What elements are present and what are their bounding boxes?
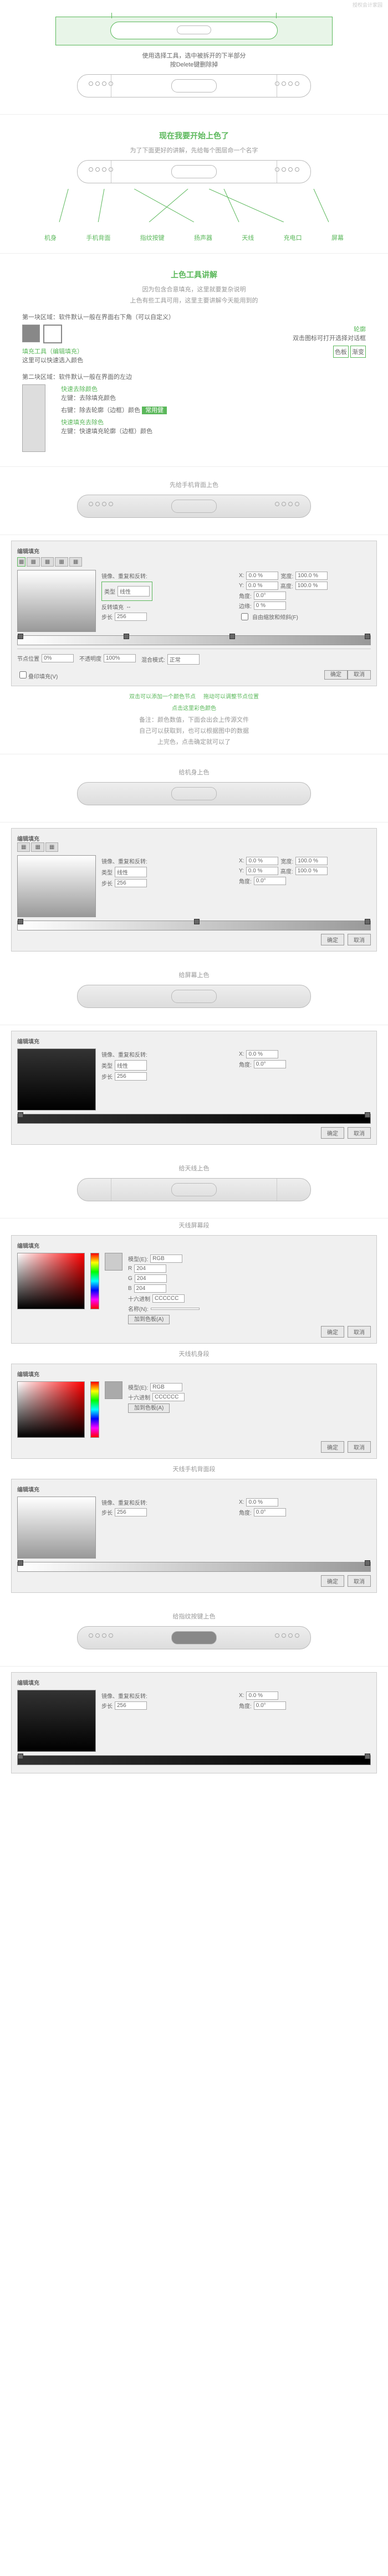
cancel-button[interactable]: 取消 <box>348 1326 371 1338</box>
gradient-preview <box>17 570 96 632</box>
cancel-button[interactable]: 取消 <box>348 1127 371 1139</box>
node-pos-label: 节点位置 <box>17 654 39 662</box>
color-swatch <box>105 1381 122 1399</box>
ok-button[interactable]: 确定 <box>321 934 344 945</box>
gradient-slider[interactable] <box>17 1755 371 1765</box>
gradient-preview-dark <box>17 1690 96 1752</box>
section-title: 现在我要开始上色了 <box>22 130 366 141</box>
r1-title: 天线屏幕段 <box>0 1221 388 1230</box>
tool-sub1: 因为包含合意填充，这里就要复杂说明 <box>22 285 366 294</box>
s4-title: 先给手机背面上色 <box>22 480 366 489</box>
add-swatch-button[interactable]: 加到色板(A) <box>128 1403 170 1413</box>
gradient-slider[interactable] <box>17 921 371 930</box>
fill-swatch[interactable] <box>22 325 40 342</box>
overprint-check[interactable] <box>19 671 27 678</box>
label-lines <box>44 189 344 222</box>
gradient-slider[interactable] <box>17 1114 371 1124</box>
steps-input[interactable]: 256 <box>115 613 147 621</box>
region-1-label: 第一块区域：软件默认一般在界面右下角（可以自定义） <box>22 312 366 321</box>
phone-screen-colored <box>77 985 311 1008</box>
ok-button[interactable]: 确定 <box>321 1127 344 1139</box>
phone-bottom-outline <box>77 74 311 97</box>
color-panel-1: 编辑填充 模型(E):RGB R204 G204 B204 十六进制CCCCCC… <box>11 1235 377 1344</box>
tool-title: 上色工具讲解 <box>22 269 366 280</box>
outline-sub: 双击图标可打开选择对话框 <box>197 333 366 342</box>
s5-title: 给机身上色 <box>22 768 366 777</box>
instruction-1: 使用选择工具，选中被拆开的下半部分 <box>22 51 366 60</box>
right-click-d: 右键：除去轮廓（边框）颜色 <box>61 407 140 414</box>
region-2-label: 第二块区域：软件默认一般在界面的左边 <box>22 372 366 381</box>
hue-slider[interactable] <box>90 1253 99 1309</box>
fill-tool-sub: 这里可以快速选入颜色 <box>22 356 191 364</box>
gradient-tab[interactable]: 渐变 <box>350 346 366 358</box>
type-label: 类型 <box>104 587 115 595</box>
gradient-panel-4: 编辑填充 镜像、重复和反转: 步长256 X:0.0 % 角度:0.0° 确定取… <box>11 1479 377 1593</box>
ok-button[interactable]: 确定 <box>321 1575 344 1587</box>
phone-body-colored <box>77 782 311 805</box>
add-swatch-button[interactable]: 加到色板(A) <box>128 1315 170 1324</box>
common-key-badge: 常用健 <box>142 407 167 414</box>
type-value[interactable]: 线性 <box>118 586 150 597</box>
tool-sub2: 上色有些工具可用，这里主要讲解今天能用到的 <box>22 296 366 305</box>
watermark: 授权会计家园 <box>353 1 382 8</box>
color-picker[interactable] <box>17 1253 85 1309</box>
fill-type-tabs[interactable]: ▦▦▦▦▦ <box>17 557 371 567</box>
quick-fill: 快速填充去除色 <box>61 418 366 426</box>
phone-antenna-colored <box>77 1178 311 1201</box>
ok-button[interactable]: 确定 <box>321 1441 344 1453</box>
phone-labeled <box>77 160 311 183</box>
cancel-button[interactable]: 取消 <box>348 934 371 945</box>
note-6: 上完色，点击确定就可以了 <box>22 737 366 746</box>
stroke-swatch[interactable] <box>43 325 62 343</box>
gradient-preview-dark <box>17 1048 96 1110</box>
note-4: 备注：颜色数值，下面会出会上传源文件 <box>22 715 366 724</box>
cancel-button[interactable]: 取消 <box>348 1441 371 1453</box>
quick-fill-d: 左键：快速填充轮廓（边框）颜色 <box>61 426 366 435</box>
gradient-slider[interactable] <box>17 1562 371 1572</box>
section-sub: 为了下面更好的讲解，先给每个图层命一个名字 <box>22 146 366 155</box>
r2-title: 天线机身段 <box>0 1349 388 1358</box>
part-labels: 机身手机背面指纹按键扬声器天线充电口屏幕 <box>44 233 344 242</box>
ok-button[interactable]: 确定 <box>321 1326 344 1338</box>
color-swatch <box>105 1253 122 1271</box>
gradient-preview <box>17 1497 96 1559</box>
ok-button[interactable]: 确定 <box>324 670 348 680</box>
gradient-panel-5: 编辑填充 镜像、重复和反转: 步长256 X:0.0 % 角度:0.0° <box>11 1672 377 1773</box>
cancel-button[interactable]: 取消 <box>348 670 371 680</box>
steps-label: 步长 <box>101 613 113 621</box>
quick-remove-d: 左键：去除填充颜色 <box>61 393 366 402</box>
phone-fingerprint-colored <box>77 1626 311 1649</box>
cancel-button[interactable]: 取消 <box>348 1575 371 1587</box>
gradient-slider[interactable] <box>17 635 371 645</box>
gradient-panel-2: 编辑填充 ▦▦▦ 镜像、重复和反转: 类型线性 步长256 X:0.0 %宽度:… <box>11 828 377 952</box>
convert-label: 反转填充 <box>101 603 124 611</box>
color-picker[interactable] <box>17 1381 85 1438</box>
selection-diagram <box>55 17 333 45</box>
fill-tool-label: 填充工具（编辑填充） <box>22 347 191 356</box>
gradient-preview <box>17 855 96 917</box>
panel-title: 编辑填充 <box>17 547 371 555</box>
gradient-panel-3: 编辑填充 镜像、重复和反转: 类型线性 步长256 X:0.0 % 角度:0.0… <box>11 1031 377 1145</box>
s7-title: 给天线上色 <box>22 1164 366 1173</box>
toolbar-mockup <box>22 384 45 452</box>
note-1: 双击可以添加一个颜色节点 拖动可以调整节点位置 <box>22 692 366 700</box>
s6-title: 给屏幕上色 <box>22 970 366 979</box>
quick-remove: 快速去除颜色 <box>61 384 366 393</box>
mirror-label: 镜像、重复和反转: <box>101 572 147 580</box>
color-panel-2: 编辑填充 模型(E):RGB 十六进制CCCCCC 加到色板(A) 确定取消 <box>11 1364 377 1459</box>
hue-slider[interactable] <box>90 1381 99 1438</box>
swatch-tab[interactable]: 色板 <box>333 346 349 358</box>
note-3: 点击这里彩色颜色 <box>22 703 366 712</box>
phone-back-colored <box>77 495 311 518</box>
gradient-panel-1: 编辑填充 ▦▦▦▦▦ 镜像、重复和反转: 类型 线性 反转填充 ↔ 步长 256… <box>11 541 377 686</box>
note-5: 自己可以获取到，也可以根据图中的数据 <box>22 726 366 735</box>
instruction-2: 按Delete键删除掉 <box>22 60 366 69</box>
r3-title: 天线手机背面段 <box>0 1464 388 1473</box>
free-scale-check[interactable] <box>241 613 248 620</box>
outline-label: 轮廓 <box>197 325 366 333</box>
s8-title: 给指纹按键上色 <box>22 1612 366 1621</box>
